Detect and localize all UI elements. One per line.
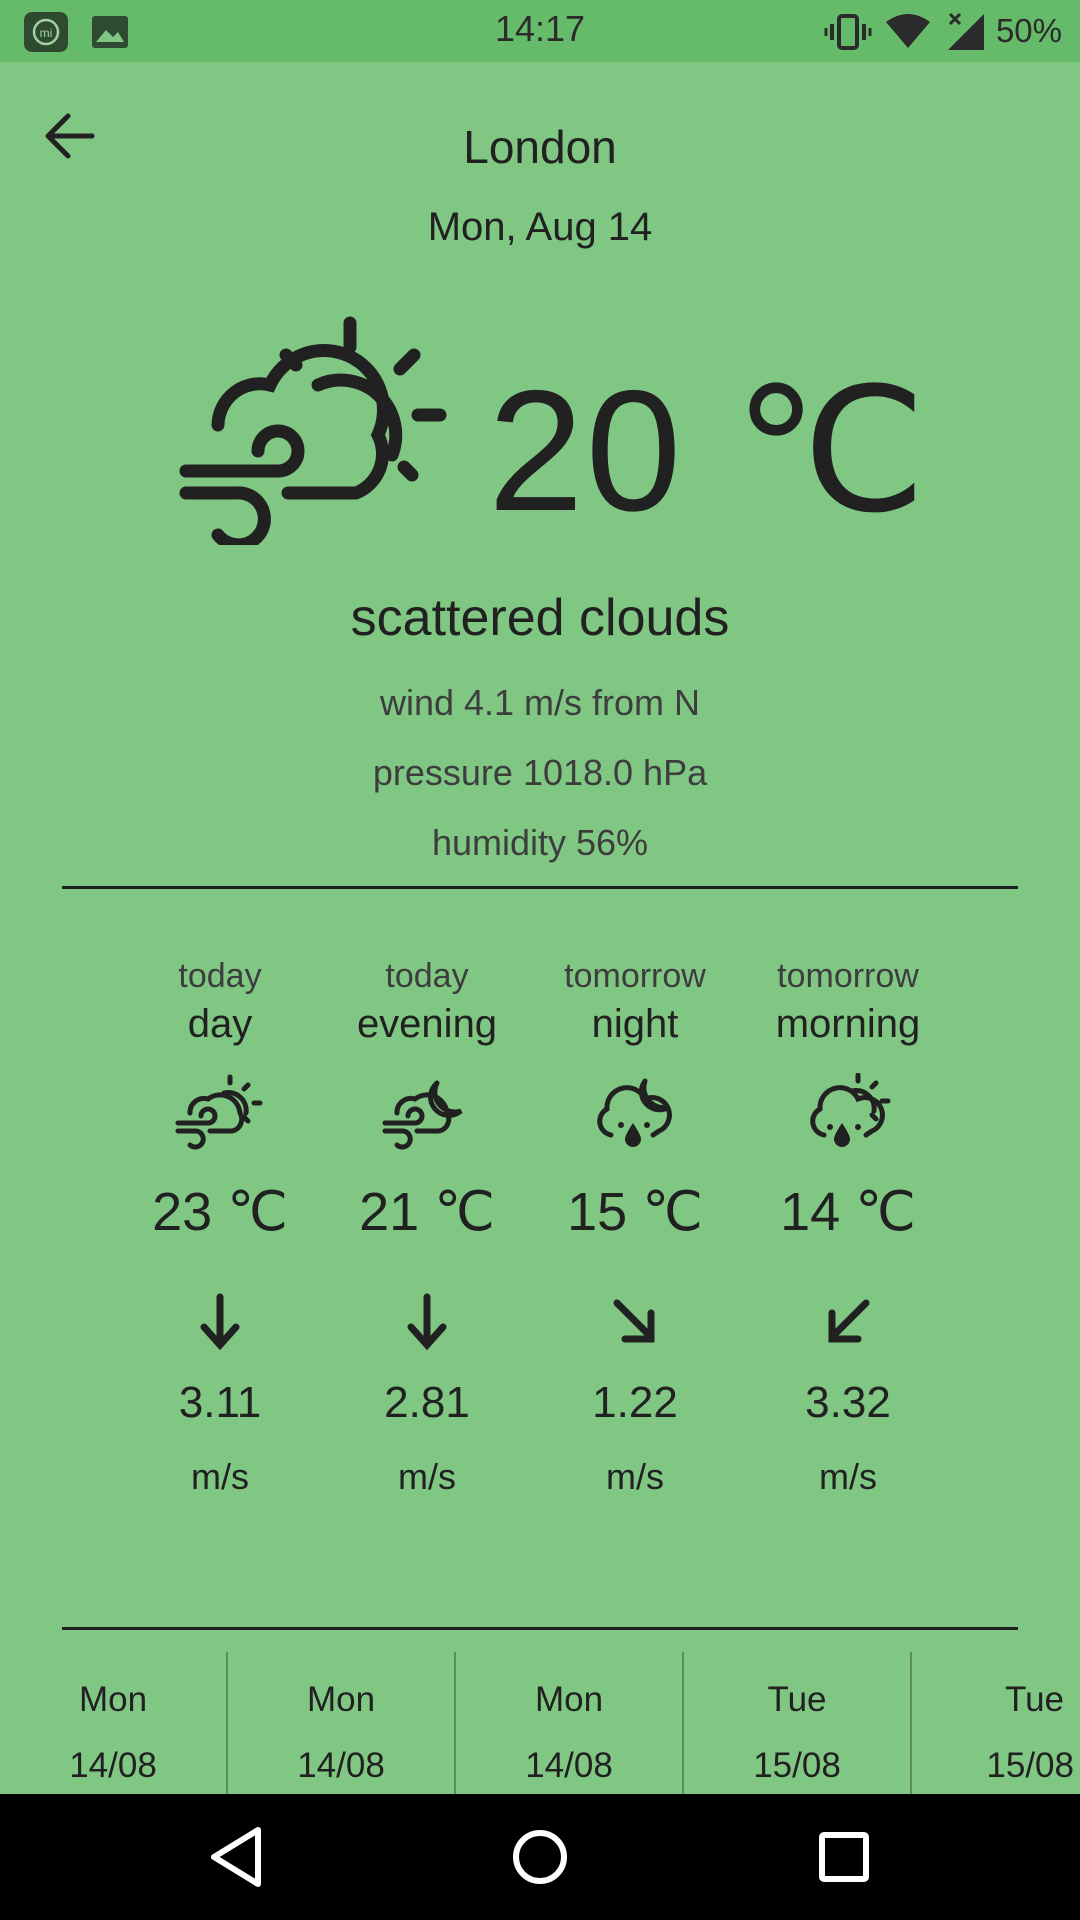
nav-home-icon[interactable]: [500, 1822, 580, 1892]
forecast-when: today: [385, 957, 469, 995]
forecast-column: tomorrow night 15 ℃ 1.22 m/s: [535, 955, 735, 1499]
strip-date: 14/08: [525, 1746, 613, 1785]
current-temperature: 20 ℃: [488, 355, 929, 547]
forecast-temperature: 23 ℃: [152, 1182, 288, 1242]
strip-item[interactable]: Tue 15/08: [684, 1652, 910, 1794]
forecast-wind-speed: 1.22: [592, 1378, 678, 1427]
forecast-wind-speed: 3.11: [178, 1378, 262, 1427]
forecast-part: day: [187, 1002, 253, 1046]
forecast-column: today evening 21 ℃ 2.81 m/s: [327, 955, 527, 1499]
forecast-temperature: 14 ℃: [780, 1182, 916, 1242]
forecast-when: tomorrow: [777, 957, 919, 995]
rain-sun-cloud-icon: [810, 1073, 891, 1147]
strip-day: Tue: [1004, 1680, 1064, 1719]
strip-item[interactable]: Mon 14/08: [0, 1652, 226, 1794]
city-name: London: [463, 121, 617, 173]
forecast-wind-unit: m/s: [398, 1456, 456, 1497]
battery-level: 50%: [995, 12, 1062, 49]
windy-partly-cloudy-icon: [179, 316, 447, 545]
weather-description: scattered clouds: [350, 589, 730, 647]
forecast-part: night: [591, 1002, 679, 1046]
forecast-temperature: 21 ℃: [359, 1182, 495, 1242]
forecast-part: morning: [775, 1002, 921, 1046]
navigation-bar: [0, 1794, 1080, 1920]
strip-day: Tue: [767, 1680, 827, 1719]
down-right-arrow-icon: [613, 1299, 655, 1343]
windy-sun-cloud-icon: [175, 1074, 263, 1150]
nav-recents-icon[interactable]: [804, 1822, 884, 1892]
divider: [62, 1627, 1018, 1630]
down-arrow-icon: [407, 1293, 447, 1351]
forecast-wind-speed: 2.81: [384, 1378, 470, 1427]
windy-moon-cloud-icon: [382, 1080, 463, 1150]
strip-day: Mon: [78, 1680, 148, 1719]
pressure-info: pressure 1018.0 hPa: [372, 752, 708, 793]
forecast-temperature: 15 ℃: [567, 1182, 703, 1242]
divider: [62, 886, 1018, 889]
wifi-icon: [886, 14, 930, 48]
strip-day: Mon: [306, 1680, 376, 1719]
forecast-column: today day 23 ℃ 3.11 m/s: [120, 955, 320, 1499]
strip-date: 15/08: [986, 1746, 1074, 1785]
vibrate-icon: [824, 14, 872, 50]
forecast-wind-speed: 3.32: [805, 1378, 891, 1427]
forecast-when: tomorrow: [564, 957, 706, 995]
forecast-wind-unit: m/s: [606, 1456, 664, 1497]
forecast-when: today: [178, 957, 262, 995]
strip-date: 14/08: [297, 1746, 385, 1785]
strip-item[interactable]: Mon 14/08: [456, 1652, 682, 1794]
down-arrow-icon: [200, 1293, 240, 1351]
strip-item[interactable]: Mon 14/08: [228, 1652, 454, 1794]
forecast-column: tomorrow morning 14 ℃ 3.32 m/s: [748, 955, 948, 1499]
current-date: Mon, Aug 14: [427, 205, 653, 249]
forecast-part: evening: [356, 1002, 498, 1046]
strip-day: Mon: [534, 1680, 604, 1719]
forecast-wind-unit: m/s: [191, 1456, 249, 1497]
nav-back-icon[interactable]: [196, 1822, 276, 1892]
down-left-arrow-icon: [828, 1299, 870, 1343]
strip-date: 15/08: [753, 1746, 841, 1785]
forecast-wind-unit: m/s: [819, 1456, 877, 1497]
status-bar: mi 14:17 50%: [0, 0, 1080, 62]
rain-moon-cloud-icon: [597, 1078, 672, 1147]
no-signal-icon: [948, 12, 984, 50]
wind-info: wind 4.1 m/s from N: [379, 682, 701, 723]
humidity-info: humidity 56%: [431, 822, 649, 863]
strip-date: 14/08: [69, 1746, 157, 1785]
strip-item[interactable]: Tue 15/08: [912, 1652, 1080, 1794]
